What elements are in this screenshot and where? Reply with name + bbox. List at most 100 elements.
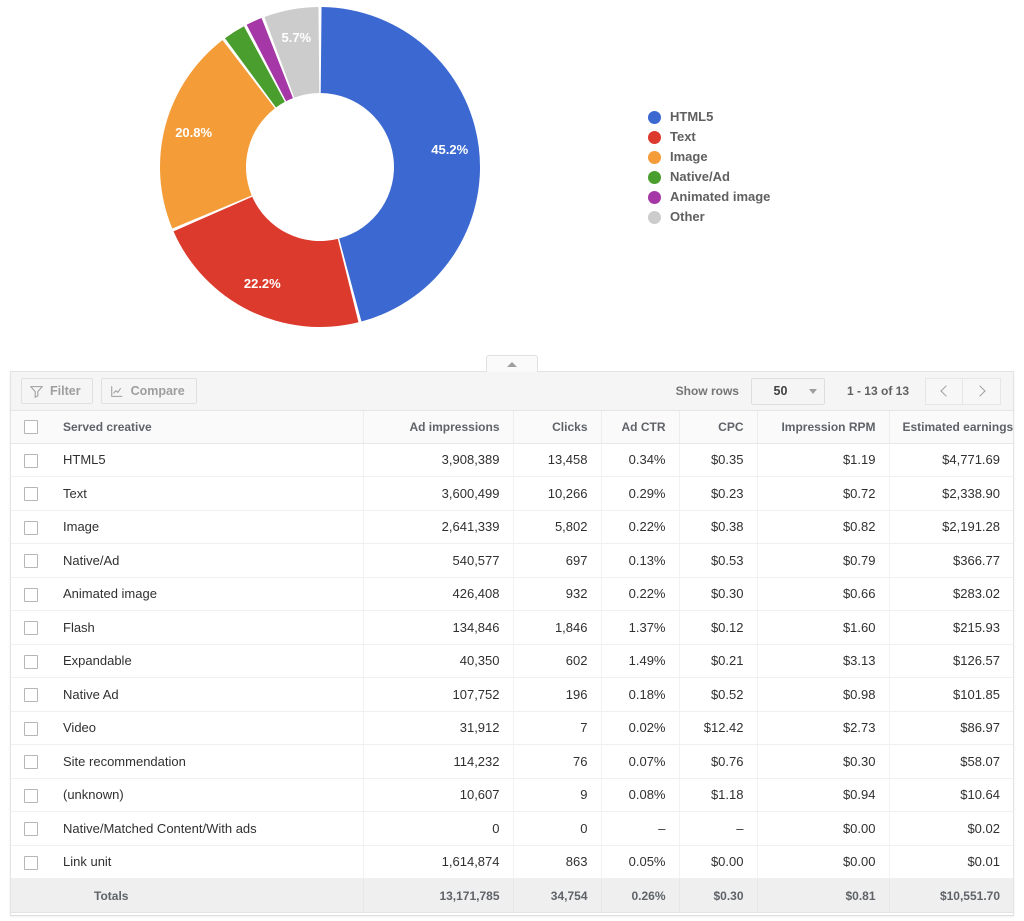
select-all-header[interactable]: [11, 411, 51, 444]
cell-ctr: 1.49%: [601, 644, 680, 678]
row-select-cell[interactable]: [11, 677, 51, 712]
cell-cpc: –: [679, 811, 758, 846]
compare-button[interactable]: Compare: [100, 378, 197, 404]
row-checkbox[interactable]: [24, 788, 38, 803]
totals-ctr: 0.26%: [601, 878, 680, 913]
row-checkbox[interactable]: [24, 587, 38, 602]
cell-ctr: 0.22%: [601, 510, 680, 544]
cell-rpm: $0.00: [757, 811, 890, 846]
column-header-estimated-earnings[interactable]: Estimated earnings: [889, 411, 1013, 444]
column-header-ad-impressions[interactable]: Ad impressions: [363, 411, 514, 444]
row-select-cell[interactable]: [11, 744, 51, 779]
cell-cpc: $0.00: [679, 845, 758, 879]
cell-ctr: 0.18%: [601, 677, 680, 712]
cell-ctr: 0.34%: [601, 443, 680, 477]
donut-chart: 45.2% 22.2% 20.8% 5.7%: [155, 2, 485, 332]
table-row[interactable]: Site recommendation 114,232 76 0.07% $0.76 $0…: [11, 744, 1013, 779]
row-select-cell[interactable]: [11, 644, 51, 678]
cell-earnings: $4,771.69: [889, 443, 1013, 477]
row-select-cell[interactable]: [11, 845, 51, 879]
row-checkbox[interactable]: [24, 822, 38, 837]
row-select-cell[interactable]: [11, 577, 51, 611]
compare-chart-icon: [110, 385, 122, 397]
legend-item[interactable]: Image: [648, 150, 770, 164]
legend-item[interactable]: Native/Ad: [648, 170, 770, 184]
cell-impressions: 134,846: [363, 610, 514, 645]
row-select-cell[interactable]: [11, 476, 51, 511]
cell-impressions: 107,752: [363, 677, 514, 712]
cell-earnings: $86.97: [889, 711, 1013, 745]
rows-per-page-select[interactable]: 50: [750, 377, 825, 405]
table-row[interactable]: Native/Ad 540,577 697 0.13% $0.53 $0.79 $366.7…: [11, 543, 1013, 578]
column-header-ad-ctr[interactable]: Ad CTR: [601, 411, 680, 444]
row-checkbox[interactable]: [24, 855, 38, 870]
cell-earnings: $0.01: [889, 845, 1013, 879]
column-header-clicks[interactable]: Clicks: [513, 411, 602, 444]
next-page-button[interactable]: [963, 377, 1001, 405]
cell-rpm: $0.00: [757, 845, 890, 879]
row-select-cell[interactable]: [11, 510, 51, 544]
row-select-cell[interactable]: [11, 778, 51, 812]
select-all-checkbox[interactable]: [24, 420, 38, 435]
cell-served-creative: Native Ad: [51, 677, 364, 712]
totals-cpc: $0.30: [679, 878, 758, 913]
row-select-cell[interactable]: [11, 443, 51, 477]
cell-clicks: 602: [513, 644, 602, 678]
toolbar-left-group: Filter Compare: [21, 378, 197, 404]
pagination-controls: [925, 377, 1001, 405]
cell-served-creative: Image: [51, 510, 364, 544]
column-header-served-creative[interactable]: Served creative: [51, 411, 364, 444]
table-row[interactable]: HTML5 3,908,389 13,458 0.34% $0.35 $1.19 $4,77…: [11, 443, 1013, 477]
collapse-chart-tab[interactable]: [486, 355, 538, 372]
table-row[interactable]: Native Ad 107,752 196 0.18% $0.52 $0.98 $101.8…: [11, 677, 1013, 712]
table-row[interactable]: Text 3,600,499 10,266 0.29% $0.23 $0.72 $2,338…: [11, 476, 1013, 511]
table-header-row: Served creative Ad impressions Clicks Ad…: [11, 411, 1013, 444]
row-checkbox[interactable]: [24, 621, 38, 636]
slice-value-label: 22.2%: [244, 276, 281, 291]
cell-served-creative: Animated image: [51, 577, 364, 611]
row-select-cell[interactable]: [11, 610, 51, 645]
legend-item[interactable]: Text: [648, 130, 770, 144]
previous-page-button[interactable]: [925, 377, 963, 405]
legend-label: Other: [670, 209, 705, 224]
legend-item[interactable]: Other: [648, 210, 770, 224]
table-row[interactable]: Video 31,912 7 0.02% $12.42 $2.73 $86.97: [11, 711, 1013, 745]
row-select-cell[interactable]: [11, 711, 51, 745]
row-select-cell[interactable]: [11, 811, 51, 846]
row-select-cell[interactable]: [11, 543, 51, 578]
cell-impressions: 3,600,499: [363, 476, 514, 511]
cell-cpc: $0.76: [679, 744, 758, 779]
table-row[interactable]: Image 2,641,339 5,802 0.22% $0.38 $0.82 $2,191…: [11, 510, 1013, 544]
cell-clicks: 0: [513, 811, 602, 846]
cell-clicks: 76: [513, 744, 602, 779]
donut-svg: 45.2% 22.2% 20.8% 5.7%: [160, 7, 481, 328]
row-checkbox[interactable]: [24, 487, 38, 502]
cell-ctr: 0.13%: [601, 543, 680, 578]
table-row[interactable]: Animated image 426,408 932 0.22% $0.30 $0.66 $…: [11, 577, 1013, 611]
cell-ctr: 0.22%: [601, 577, 680, 611]
row-checkbox[interactable]: [24, 453, 38, 468]
cell-rpm: $0.94: [757, 778, 890, 812]
row-checkbox[interactable]: [24, 688, 38, 703]
legend-item[interactable]: HTML5: [648, 110, 770, 124]
table-row[interactable]: Expandable 40,350 602 1.49% $0.21 $3.13 $126.5…: [11, 644, 1013, 678]
row-checkbox[interactable]: [24, 554, 38, 569]
cell-rpm: $0.30: [757, 744, 890, 779]
column-header-cpc[interactable]: CPC: [679, 411, 758, 444]
row-checkbox[interactable]: [24, 654, 38, 669]
legend-item[interactable]: Animated image: [648, 190, 770, 204]
filter-button[interactable]: Filter: [21, 378, 93, 404]
table-row[interactable]: Native/Matched Content/With ads 0 0– – $0.00…: [11, 811, 1013, 846]
cell-earnings: $283.02: [889, 577, 1013, 611]
row-checkbox[interactable]: [24, 520, 38, 535]
row-checkbox[interactable]: [24, 755, 38, 770]
table-row[interactable]: Link unit 1,614,874 863 0.05% $0.00 $0.00 $0.0…: [11, 845, 1013, 879]
toolbar-right-group: Show rows 50 1 - 13 of 13: [676, 377, 1001, 405]
table-row[interactable]: (unknown) 10,607 9 0.08% $1.18 $0.94 $10.64: [11, 778, 1013, 812]
column-header-impression-rpm[interactable]: Impression RPM: [757, 411, 890, 444]
row-checkbox[interactable]: [24, 721, 38, 736]
cell-served-creative: Native/Ad: [51, 543, 364, 578]
cell-clicks: 1,846: [513, 610, 602, 645]
cell-earnings: $366.77: [889, 543, 1013, 578]
table-row[interactable]: Flash 134,846 1,846 1.37% $0.12 $1.60 $215.93: [11, 610, 1013, 645]
